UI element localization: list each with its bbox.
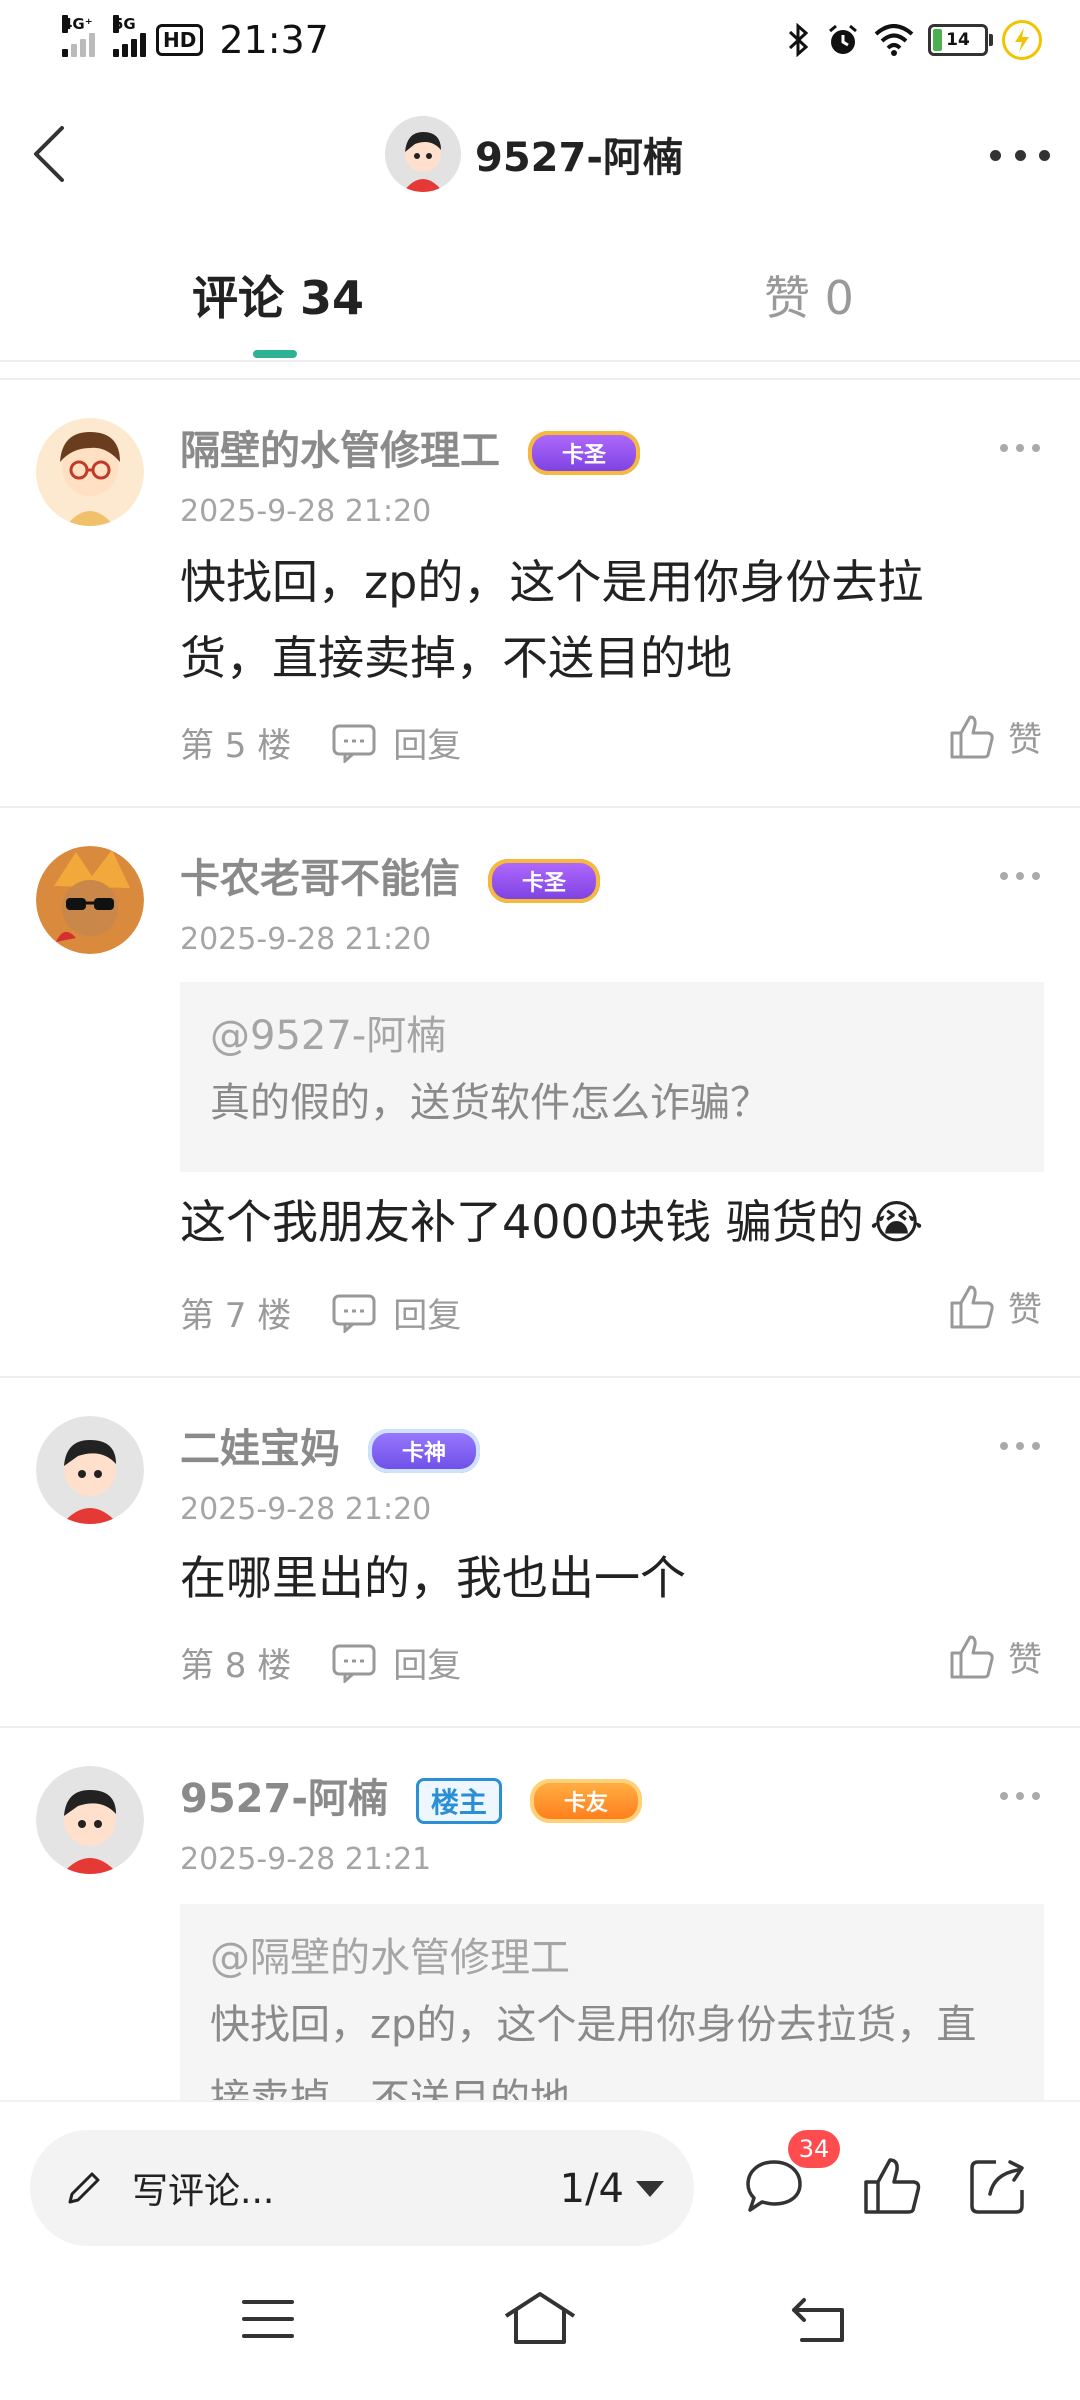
- comment-more-button[interactable]: [1000, 444, 1040, 454]
- quoted-comment[interactable]: @9527-阿楠 真的假的，送货软件怎么诈骗？: [180, 982, 1044, 1172]
- bottom-action-bar: 写评论... 1/4 34: [0, 2100, 1080, 2252]
- avatar[interactable]: [36, 846, 144, 954]
- comment-time: 2025-9-28 21:20: [180, 922, 432, 957]
- wifi-icon: [874, 24, 914, 56]
- reply-button[interactable]: 回复: [331, 1288, 461, 1337]
- reply-button[interactable]: 回复: [331, 1638, 461, 1687]
- comment-time: 2025-9-28 21:21: [180, 1842, 432, 1877]
- tab-comments[interactable]: 评论 34: [192, 262, 364, 328]
- crying-emoji-icon: 😭: [869, 1195, 924, 1249]
- comment-author[interactable]: 9527-阿楠 楼主 卡友: [180, 1766, 642, 1824]
- share-icon: [970, 2160, 1024, 2214]
- charging-icon: [1002, 20, 1042, 60]
- menu-button[interactable]: [240, 2296, 296, 2346]
- comment-author[interactable]: 隔壁的水管修理工 卡圣: [180, 418, 640, 476]
- back-nav-icon: [792, 2298, 844, 2342]
- write-comment-input[interactable]: 写评论... 1/4: [30, 2130, 694, 2246]
- comment-author[interactable]: 二娃宝妈 卡神: [180, 1416, 480, 1474]
- page-title: 9527-阿楠: [475, 135, 683, 181]
- avatar[interactable]: [36, 418, 144, 526]
- comment-divider: [0, 1376, 1080, 1378]
- tab-likes[interactable]: 赞 0: [764, 262, 854, 328]
- comment-meta: 第 7 楼 回复: [180, 1288, 461, 1337]
- avatar[interactable]: [36, 1766, 144, 1874]
- home-button[interactable]: [502, 2290, 578, 2350]
- like-post-button[interactable]: [860, 2154, 924, 2218]
- comment-meta: 第 5 楼 回复: [180, 718, 461, 767]
- reply-icon: [332, 1294, 376, 1333]
- reply-button[interactable]: 回复: [331, 718, 461, 767]
- level-badge: 卡圣: [487, 859, 600, 903]
- top-nav-header: 9527-阿楠: [0, 100, 1080, 220]
- reply-icon: [332, 1644, 376, 1683]
- comment-count-badge: 34: [788, 2130, 840, 2168]
- comment-author[interactable]: 卡农老哥不能信 卡圣: [180, 846, 600, 904]
- hd-voice-icon: HD: [156, 24, 204, 56]
- thumb-up-icon: [950, 1635, 994, 1678]
- tab-active-indicator: [253, 350, 297, 358]
- thumb-up-icon: [864, 2158, 921, 2214]
- signal-5g-icon: 5G: [113, 15, 146, 57]
- level-badge: 卡圣: [527, 431, 640, 475]
- back-arrow-icon: [34, 126, 64, 182]
- status-time: 21:37: [219, 18, 329, 62]
- quote-mention: @隔壁的水管修理工: [210, 1935, 570, 1981]
- section-divider: [0, 378, 1080, 380]
- back-button[interactable]: [22, 120, 92, 190]
- floor-number: 第 8 楼: [180, 1646, 292, 1686]
- like-button[interactable]: 赞: [948, 1282, 1042, 1331]
- level-badge: 卡友: [529, 1779, 642, 1823]
- quote-mention: @9527-阿楠: [210, 1013, 447, 1059]
- comment-text: 这个我朋友补了4000块钱 骗货的 😭: [180, 1195, 924, 1249]
- home-icon: [504, 2292, 576, 2344]
- comment-divider: [0, 1726, 1080, 1728]
- quote-text: 快找回，zp的，这个是用你身份去拉货，直接卖掉，不送目的地: [210, 2002, 977, 2100]
- chevron-down-icon: [636, 2181, 664, 2197]
- comment-time: 2025-9-28 21:20: [180, 494, 432, 529]
- menu-icon: [242, 2300, 294, 2338]
- avatar[interactable]: [36, 1416, 144, 1524]
- status-bar: 4G⁺ 5G HD 21:37 14: [0, 0, 1080, 80]
- back-nav-button[interactable]: [790, 2294, 850, 2350]
- comment-text: 在哪里出的，我也出一个: [180, 1551, 686, 1605]
- like-button[interactable]: 赞: [948, 712, 1042, 761]
- battery-icon: 14: [928, 24, 993, 56]
- system-nav-bar: [0, 2250, 1080, 2400]
- pencil-icon: [68, 2172, 100, 2204]
- comment-meta: 第 8 楼 回复: [180, 1638, 461, 1687]
- comment-more-button[interactable]: [1000, 872, 1040, 882]
- avatar[interactable]: [385, 116, 461, 192]
- more-button[interactable]: [990, 140, 1050, 170]
- quote-text: 真的假的，送货软件怎么诈骗？: [210, 1080, 770, 1126]
- floor-number: 第 5 楼: [180, 726, 292, 766]
- bluetooth-icon: [788, 23, 809, 57]
- status-left: 4G⁺ 5G HD 21:37: [62, 15, 329, 62]
- comment-time: 2025-9-28 21:20: [180, 1492, 432, 1527]
- reply-icon: [332, 724, 376, 763]
- owner-badge: 楼主: [415, 1778, 502, 1824]
- comment-more-button[interactable]: [1000, 1792, 1040, 1802]
- floor-number: 第 7 楼: [180, 1296, 292, 1336]
- tab-divider: [0, 360, 1080, 362]
- comment-divider: [0, 806, 1080, 808]
- thumb-up-icon: [950, 1285, 994, 1328]
- thumb-up-icon: [950, 715, 994, 758]
- status-right: 14: [786, 18, 1042, 62]
- signal-4g-icon: 4G⁺: [62, 15, 95, 57]
- alarm-icon: [829, 24, 857, 54]
- share-button[interactable]: [966, 2154, 1030, 2218]
- comment-text: 快找回，zp的，这个是用你身份去拉货，直接卖掉，不送目的地: [180, 555, 924, 685]
- header-user[interactable]: 9527-阿楠: [385, 116, 683, 192]
- page-selector[interactable]: 1/4: [560, 2166, 664, 2212]
- level-badge: 卡神: [367, 1429, 480, 1473]
- comment-more-button[interactable]: [1000, 1442, 1040, 1452]
- like-button[interactable]: 赞: [948, 1632, 1042, 1681]
- quoted-comment[interactable]: @隔壁的水管修理工 快找回，zp的，这个是用你身份去拉货，直接卖掉，不送目的地: [180, 1904, 1044, 2100]
